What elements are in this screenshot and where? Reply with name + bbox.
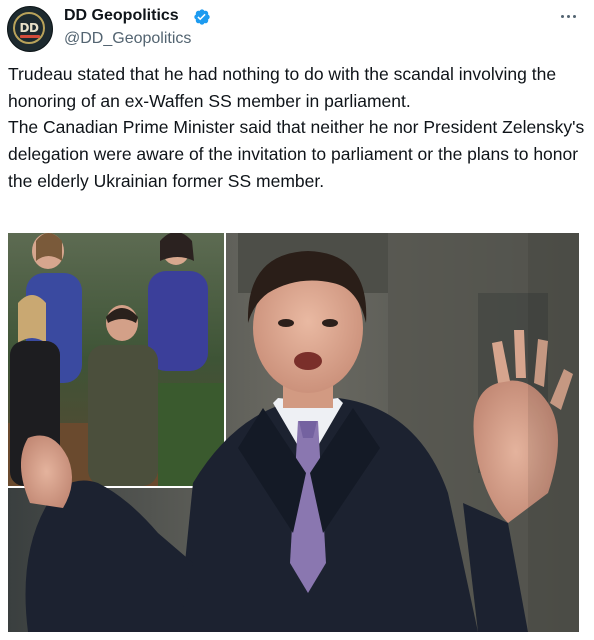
avatar-logo-stripe xyxy=(20,35,40,38)
more-horizontal-icon[interactable] xyxy=(555,7,581,25)
author-avatar[interactable]: DD xyxy=(7,6,53,52)
tweet-text: Trudeau stated that he had nothing to do… xyxy=(8,61,586,195)
tweet-media-image[interactable] xyxy=(8,233,579,632)
avatar-logo-text: DD xyxy=(19,21,39,35)
verified-badge-icon xyxy=(194,9,210,25)
dd-geopolitics-logo-icon: DD xyxy=(13,12,45,44)
tweet-paragraph: Trudeau stated that he had nothing to do… xyxy=(8,64,557,111)
tweet-paragraph: The Canadian Prime Minister said that ne… xyxy=(8,117,585,191)
author-display-name[interactable]: DD Geopolitics xyxy=(64,7,179,25)
tweet-card: DD DD Geopolitics @DD_Geopolitics Trudea… xyxy=(0,0,594,640)
author-handle[interactable]: @DD_Geopolitics xyxy=(64,30,191,48)
media-photo xyxy=(8,233,579,632)
